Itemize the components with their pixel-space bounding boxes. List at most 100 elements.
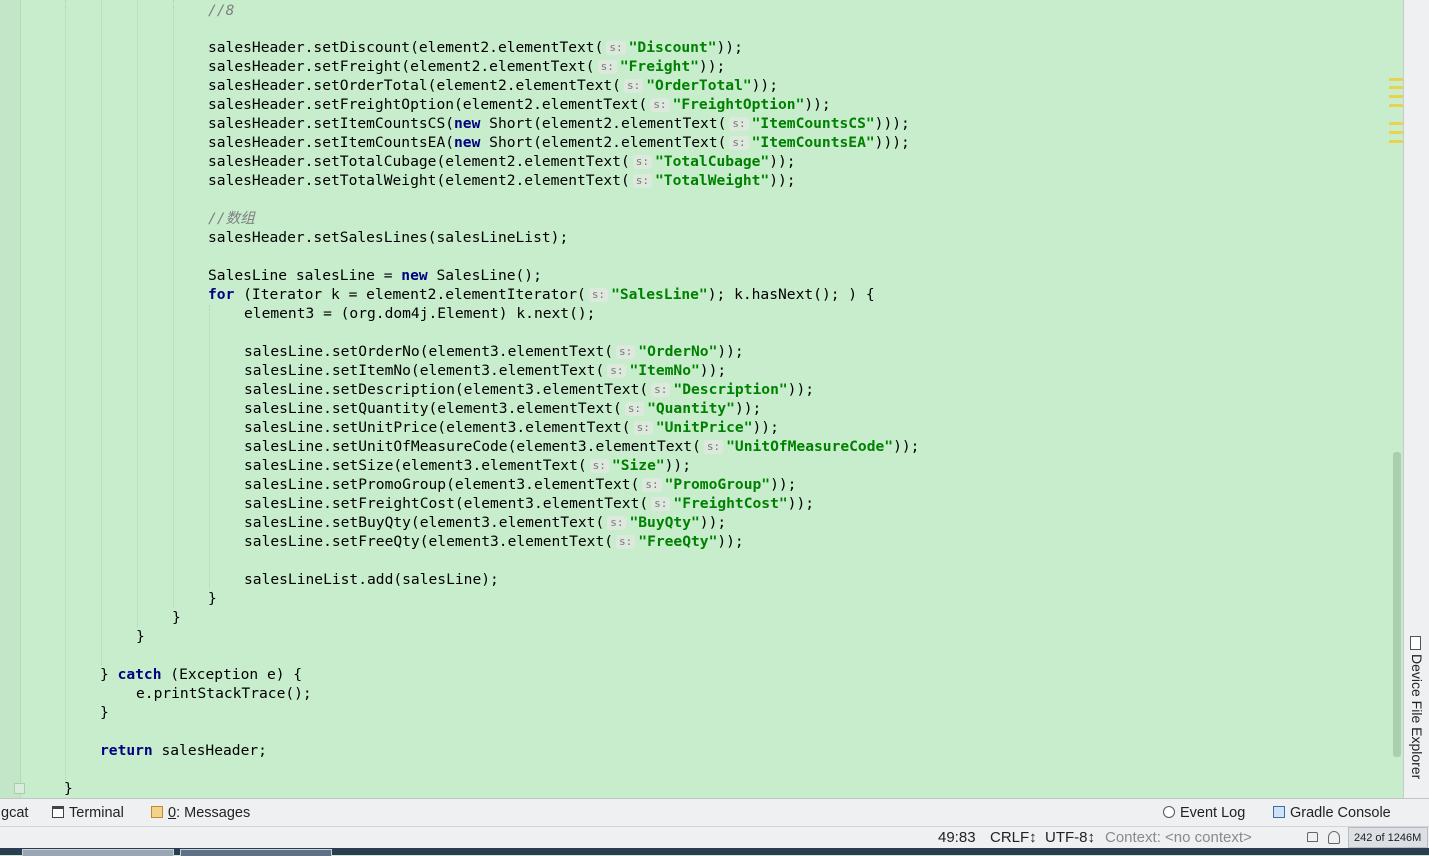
param-hint: s: [650,98,670,112]
code-line: salesLine.setPromoGroup(element3.element… [244,476,797,493]
code-comment: //8 [208,2,235,19]
messages-tab[interactable]: 0: Messages [151,805,250,821]
code-line: e.printStackTrace(); [136,685,312,702]
inspector-icon[interactable] [1328,831,1340,844]
event-log-icon [1163,806,1175,818]
terminal-tab[interactable]: Terminal [52,805,124,821]
code-line: salesLine.setUnitOfMeasureCode(element3.… [244,438,920,455]
code-comment: //数组 [208,210,255,227]
device-icon [1410,636,1421,650]
code-line: salesLine.setBuyQty(element3.elementText… [244,514,727,531]
code-line: salesLine.setQuantity(element3.elementTe… [244,400,762,417]
caret-position[interactable]: 49:83 [938,829,976,846]
code-line: salesLine.setUnitPrice(element3.elementT… [244,419,779,436]
gradle-console-label: Gradle Console [1290,805,1391,821]
fold-marker-icon[interactable] [14,783,25,794]
param-hint: s: [642,478,662,492]
code-line: salesLine.setOrderNo(element3.elementTex… [244,343,744,360]
code-line: } [208,590,217,607]
messages-icon [151,806,163,818]
terminal-icon [52,806,64,818]
indent-guide [65,0,66,786]
param-hint: s: [607,364,627,378]
param-hint: s: [616,345,636,359]
event-log-label: Event Log [1180,805,1246,821]
scroll-marker[interactable] [1389,78,1403,81]
code-line: } [136,628,145,645]
scroll-marker[interactable] [1389,131,1403,134]
param-hint: s: [623,79,644,93]
scroll-marker[interactable] [1389,122,1403,125]
param-hint: s: [606,41,626,55]
code-line: for (Iterator k = element2.elementIterat… [208,286,875,303]
param-hint: s: [729,136,749,150]
param-hint: s: [607,516,627,530]
param-hint: s: [703,440,724,454]
code-line: } [64,780,73,797]
code-line: salesHeader.setFreightOption(element2.el… [208,96,831,113]
code-line: SalesLine salesLine = new SalesLine(); [208,267,542,284]
param-hint: s: [624,402,645,416]
param-hint: s: [729,117,749,131]
code-line: salesLine.setFreeQty(element3.elementTex… [244,533,744,550]
memory-indicator[interactable]: 242 of 1246M [1348,827,1428,848]
editor-gutter[interactable] [0,0,21,798]
device-file-explorer-tab[interactable]: Device File Explorer [1406,636,1426,796]
code-line-comment: //数组 [208,209,255,228]
code-line: } [172,609,181,626]
code-line: salesHeader.setOrderTotal(element2.eleme… [208,77,778,94]
logcat-tab[interactable]: gcat [1,805,28,821]
indent-guide [101,0,102,665]
param-hint: s: [588,288,609,302]
code-line: salesLineList.add(salesLine); [244,571,499,588]
param-hint: s: [651,497,671,511]
code-line: salesHeader.setSalesLines(salesLineList)… [208,229,569,246]
code-line: salesLine.setDescription(element3.elemen… [244,381,815,398]
param-hint: s: [589,459,609,473]
param-hint: s: [616,535,636,549]
code-line: salesHeader.setFreight(element2.elementT… [208,58,726,75]
code-line: salesHeader.setItemCountsEA(new Short(el… [208,134,910,151]
lock-icon[interactable] [1307,832,1318,842]
file-encoding[interactable]: UTF-8↕ [1045,829,1095,846]
scroll-marker[interactable] [1389,86,1403,89]
device-file-explorer-label: Device File Explorer [1409,654,1425,780]
gradle-console-tab[interactable]: Gradle Console [1273,805,1391,821]
event-log-tab[interactable]: Event Log [1163,805,1245,821]
code-line-comment: //8 [208,1,234,20]
line-separator[interactable]: CRLF↕ [990,829,1037,846]
code-line: } catch (Exception e) { [100,666,303,683]
terminal-label: Terminal [69,805,124,821]
param-hint: s: [632,174,652,188]
scrollbar-thumb[interactable] [1393,452,1401,757]
code-line: } [100,704,109,721]
code-line: salesHeader.setTotalWeight(element2.elem… [208,172,796,189]
memory-label: 242 of 1246M [1354,832,1422,844]
param-hint: s: [633,421,653,435]
tool-window-bar: gcat Terminal 0: Messages Event Log Grad… [0,798,1429,827]
indent-guide [209,305,210,589]
code-line: salesLine.setItemNo(element3.elementText… [244,362,727,379]
code-line: return salesHeader; [100,742,267,759]
code-line: salesHeader.setItemCountsCS(new Short(el… [208,115,910,132]
context-indicator[interactable]: Context: <no context> [1105,829,1252,846]
code-line: salesHeader.setTotalCubage(element2.elem… [208,153,796,170]
code-editor[interactable]: //8 salesHeader.setDiscount(element2.ele… [0,0,1403,798]
scroll-marker[interactable] [1389,95,1403,98]
param-hint: s: [632,155,652,169]
os-taskbar [0,848,1429,856]
param-hint: s: [597,60,617,74]
indent-guide [173,0,174,608]
indent-guide [137,0,138,627]
code-line: element3 = (org.dom4j.Element) k.next(); [244,305,596,322]
code-line: salesLine.setSize(element3.elementText(s… [244,457,691,474]
console-icon [1273,806,1285,818]
scroll-marker[interactable] [1389,104,1403,107]
scroll-marker[interactable] [1389,140,1403,143]
messages-label: : Messages [176,805,251,821]
code-line: salesHeader.setDiscount(element2.element… [208,39,743,56]
messages-num: 0 [168,805,177,821]
code-line: salesLine.setFreightCost(element3.elemen… [244,495,815,512]
param-hint: s: [651,383,671,397]
status-bar: 49:83 CRLF↕ UTF-8↕ Context: <no context>… [0,826,1429,849]
